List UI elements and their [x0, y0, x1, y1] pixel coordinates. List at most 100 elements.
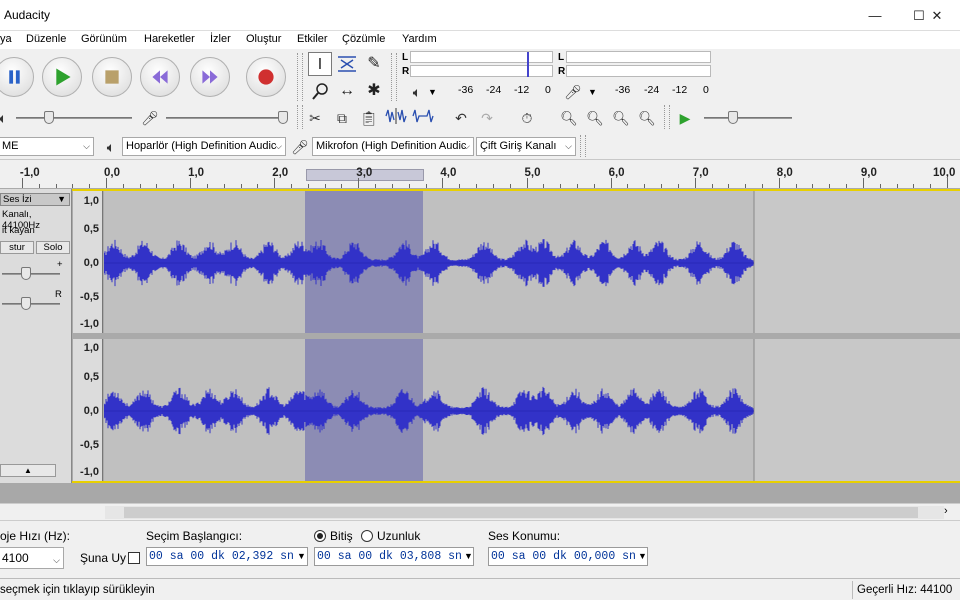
length-radio[interactable] — [361, 530, 373, 542]
trim-button[interactable] — [383, 106, 409, 130]
fit-project-button[interactable]: 🔍︎ — [634, 106, 660, 130]
menu-help[interactable]: Yardım — [402, 33, 437, 45]
draw-tool[interactable]: ✎ — [362, 52, 386, 76]
minimize-button[interactable]: — — [852, 0, 898, 31]
redo-button[interactable]: ↷ — [474, 106, 500, 130]
scroll-thumb[interactable] — [124, 507, 918, 518]
time-shift-tool[interactable]: ↔ — [335, 79, 359, 103]
selection-start-time[interactable]: 00 sa 00 dk 02,392 sn — [146, 547, 308, 566]
zoom-tool[interactable] — [308, 79, 332, 103]
sync-lock-button[interactable]: ⏱︎ — [514, 106, 540, 130]
scroll-right-icon[interactable]: › — [944, 505, 948, 517]
ruler-tick — [610, 178, 612, 188]
output-volume-slider[interactable] — [16, 117, 132, 119]
channels-dropdown[interactable]: Çift Giriş Kanalı ⌵ — [476, 137, 576, 156]
waveform-channel-2[interactable] — [103, 339, 960, 481]
copy-button[interactable]: ⧉ — [329, 106, 355, 130]
meter-right-label: R — [402, 66, 410, 77]
toolbar-grip[interactable] — [297, 53, 303, 101]
track-gain-slider[interactable] — [2, 273, 60, 275]
toolbar-grip[interactable] — [580, 135, 586, 157]
play-meter-left[interactable] — [566, 51, 711, 63]
vertical-scale-ch2[interactable]: 1,0 0,5 0,0 -0,5 -1,0 — [73, 339, 103, 481]
position-format-menu-icon[interactable]: ▼ — [638, 551, 647, 561]
start-format-menu-icon[interactable]: ▼ — [297, 551, 306, 561]
ruler-tick — [627, 184, 629, 188]
menu-transport[interactable]: Hareketler — [144, 33, 195, 45]
output-device-dropdown[interactable]: Hoparlör (High Definition Audic ⌵ — [122, 137, 286, 156]
selection-end-time[interactable]: 00 sa 00 dk 03,808 sn — [314, 547, 474, 566]
speaker-meter-icon[interactable]: 🔈︎ — [404, 80, 430, 104]
envelope-tool[interactable] — [335, 52, 359, 76]
silence-audio-icon — [412, 109, 434, 123]
mic-meter-icon[interactable]: 🎤︎ — [560, 80, 586, 104]
close-button[interactable]: ✕ — [914, 0, 960, 31]
paste-button[interactable]: 📋︎ — [356, 106, 382, 130]
play-at-speed-button[interactable]: ▶ — [672, 106, 698, 130]
menu-generate[interactable]: Oluştur — [246, 33, 281, 45]
track-pan-thumb[interactable] — [21, 297, 31, 310]
ruler-tick — [307, 184, 309, 188]
input-device-dropdown[interactable]: Mikrofon (High Definition Audic ⌵ — [312, 137, 474, 156]
mute-button[interactable]: stur — [0, 241, 34, 254]
menu-view[interactable]: Görünüm — [81, 33, 127, 45]
record-button[interactable] — [246, 57, 286, 97]
play-meter-menu-icon[interactable]: ▼ — [588, 87, 597, 97]
project-rate-dropdown[interactable]: 4100 ⌵ — [0, 547, 64, 569]
horizontal-scrollbar[interactable]: ‹ › — [0, 503, 960, 520]
play-button[interactable] — [42, 57, 82, 97]
end-format-menu-icon[interactable]: ▼ — [464, 551, 473, 561]
skip-to-start-button[interactable] — [140, 57, 180, 97]
audio-position-label: Ses Konumu: — [488, 529, 561, 543]
zoom-out-button[interactable]: 🔍︎ — [582, 106, 608, 130]
play-meter-right[interactable] — [566, 65, 711, 77]
track-area: Ses İzi ▼ Kanalı, 44100Hz it kayan stur S… — [0, 189, 960, 483]
audio-position-value: 00 sa 00 dk 00,000 sn — [491, 550, 636, 563]
menu-tracks[interactable]: İzler — [210, 33, 231, 45]
menu-effects[interactable]: Etkiler — [297, 33, 328, 45]
track-name: Ses İzi — [3, 194, 32, 205]
snap-checkbox[interactable] — [128, 552, 140, 564]
end-radio[interactable] — [314, 530, 326, 542]
ruler-tick — [459, 184, 461, 188]
track-pan-slider[interactable] — [2, 303, 60, 305]
toolbar-grip[interactable] — [664, 105, 670, 129]
solo-button[interactable]: Solo — [36, 241, 70, 254]
input-volume-thumb[interactable] — [278, 111, 288, 124]
zoom-in-button[interactable]: 🔍︎ — [556, 106, 582, 130]
vertical-scale-ch1[interactable]: 1,0 0,5 0,0 -0,5 -1,0 — [73, 191, 103, 333]
record-meter-left[interactable] — [410, 51, 553, 63]
pause-button[interactable] — [0, 57, 34, 97]
scale-label: -0,5 — [80, 291, 99, 303]
pencil-icon: ✎ — [367, 55, 381, 72]
output-volume-thumb[interactable] — [44, 111, 54, 124]
silence-button[interactable] — [410, 106, 436, 130]
undo-button[interactable]: ↶ — [448, 106, 474, 130]
record-meter-right[interactable] — [410, 65, 553, 77]
menu-analyze[interactable]: Çözümle — [342, 33, 385, 45]
mic-device-icon: 🎤︎ — [291, 139, 309, 155]
waveform-channel-1[interactable] — [103, 191, 960, 333]
input-volume-slider[interactable] — [166, 117, 286, 119]
record-meter-menu-icon[interactable]: ▼ — [428, 87, 437, 97]
stop-button[interactable] — [92, 57, 132, 97]
toolbar-grip[interactable] — [391, 53, 397, 101]
ruler-tick — [324, 184, 326, 188]
track-name-menu[interactable]: Ses İzi ▼ — [0, 193, 70, 206]
play-speed-slider[interactable] — [704, 117, 792, 119]
menu-file[interactable]: ya — [0, 33, 12, 45]
chevron-down-icon: ⌵ — [83, 141, 90, 151]
timeline-ruler[interactable]: -1,0 0,0 1,0 2,0 3,0 4,0 5,0 6,0 7,0 8,0 9,0 10,0 — [0, 161, 960, 189]
play-speed-thumb[interactable] — [728, 111, 738, 124]
cut-button[interactable]: ✂ — [302, 106, 328, 130]
audio-position-time[interactable]: 00 sa 00 dk 00,000 sn — [488, 547, 648, 566]
audio-host-dropdown[interactable]: ME ⌵ — [0, 137, 94, 156]
menu-edit[interactable]: Düzenle — [26, 33, 66, 45]
skip-to-end-button[interactable] — [190, 57, 230, 97]
fit-selection-button[interactable]: 🔍︎ — [608, 106, 634, 130]
multi-tool[interactable]: ✱ — [362, 79, 386, 103]
collapse-track-button[interactable]: ▲ — [0, 464, 56, 477]
selection-tool[interactable]: I — [308, 52, 332, 76]
track-gain-thumb[interactable] — [21, 267, 31, 280]
empty-track-space[interactable] — [0, 483, 960, 503]
